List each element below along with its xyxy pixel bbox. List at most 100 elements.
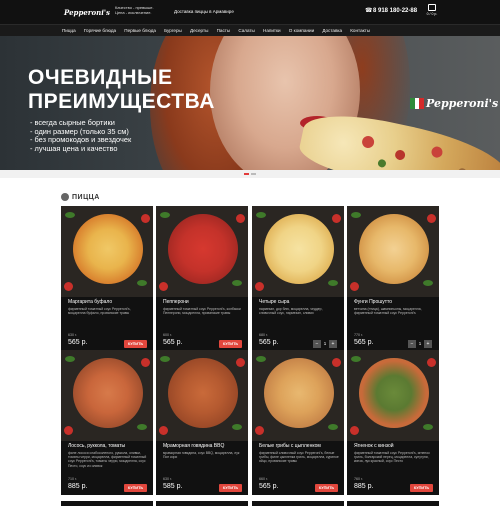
buy-button[interactable]: КУПИТЬ — [124, 340, 147, 348]
cart-button[interactable]: 0 / 0 р. — [426, 4, 438, 20]
product-weight: 710 г. — [68, 477, 77, 481]
product-image[interactable] — [252, 350, 344, 441]
product-card-next-row — [61, 501, 153, 506]
pizza-image — [264, 358, 334, 428]
product-price: 565 р. — [163, 339, 183, 346]
tomato-decoration — [64, 426, 73, 435]
product-card[interactable]: Белые грибы с цыпленком фирменный сливочн… — [252, 350, 344, 495]
quantity-value: 1 — [418, 341, 422, 346]
nav-item[interactable]: Доставка — [322, 27, 342, 35]
tomato-decoration — [255, 282, 264, 291]
product-image[interactable] — [252, 206, 344, 297]
product-name[interactable]: Маргарита буфало — [68, 299, 112, 305]
nav-item[interactable]: Десерты — [190, 27, 208, 35]
nav-item[interactable]: Напитки — [263, 27, 281, 35]
slogan: Качество - превыше. Цена - исключение. — [115, 5, 154, 15]
product-card[interactable]: Маргарита буфало фирменный томатный соус … — [61, 206, 153, 351]
cart-icon — [428, 4, 436, 11]
buy-button[interactable]: КУПИТЬ — [219, 484, 242, 492]
product-price: 565 р. — [259, 483, 279, 490]
product-image[interactable] — [61, 206, 153, 297]
buy-button[interactable]: КУПИТЬ — [315, 484, 338, 492]
pizza-image — [264, 214, 334, 284]
product-image[interactable] — [347, 206, 439, 297]
quantity-value: 1 — [323, 341, 327, 346]
buy-button[interactable]: КУПИТЬ — [410, 484, 433, 492]
product-description: ветчина (птица), шампиньоны, моцарелла, … — [354, 307, 422, 316]
leaf-decoration — [232, 280, 242, 286]
product-weight: 630 г. — [163, 477, 172, 481]
quantity-plus-button[interactable]: + — [329, 340, 337, 348]
nav-item[interactable]: Пицца — [62, 27, 76, 35]
tomato-decoration — [427, 358, 436, 367]
product-weight: 760 г. — [354, 477, 363, 481]
header-logo[interactable]: Pepperoni's — [62, 5, 110, 19]
product-weight: 630 г. — [68, 333, 77, 337]
slider-dot[interactable] — [251, 173, 256, 175]
hero-logo: Pepperoni's — [410, 97, 498, 110]
quantity-minus-button[interactable]: − — [313, 340, 321, 348]
product-name[interactable]: Мраморная говядина BBQ — [163, 443, 224, 449]
product-price: 585 р. — [163, 483, 183, 490]
nav-item[interactable]: Контакты — [350, 27, 370, 35]
product-image[interactable] — [156, 350, 248, 441]
nav-item[interactable]: Горячие блюда — [84, 27, 116, 35]
tomato-decoration — [350, 282, 359, 291]
leaf-decoration — [160, 356, 170, 362]
product-name[interactable]: Фунги Прошутто — [354, 299, 392, 305]
nav-item[interactable]: Пасты — [217, 27, 231, 35]
product-image[interactable] — [347, 350, 439, 441]
product-name[interactable]: Четыре сыра — [259, 299, 289, 305]
product-card[interactable]: Фунги Прошутто ветчина (птица), шампиньон… — [347, 206, 439, 351]
slider-dots — [244, 173, 256, 175]
nav-items: Пицца Горячие блюда Первые блюда Бургеры Дес… — [62, 27, 378, 35]
logo-text: Pepperoni's — [64, 7, 110, 17]
pizza-image — [168, 214, 238, 284]
product-card[interactable]: Ягненок с кинзой фирменный томатный соус … — [347, 350, 439, 495]
tomato-decoration — [159, 282, 168, 291]
product-image[interactable] — [61, 350, 153, 441]
tomato-decoration — [350, 426, 359, 435]
product-card[interactable]: Лосось, руккола, томаты филе лосося слабо… — [61, 350, 153, 495]
tomato-decoration — [332, 358, 341, 367]
italian-flag-icon — [410, 98, 425, 109]
product-weight: 770 г. — [354, 333, 363, 337]
leaf-decoration — [137, 280, 147, 286]
product-description: филе лосося слабосоленого, руккола, олив… — [68, 451, 147, 468]
product-name[interactable]: Ягненок с кинзой — [354, 443, 394, 449]
phone-number[interactable]: 8 918 180-22-88 — [373, 8, 417, 14]
leaf-decoration — [423, 280, 433, 286]
product-card-next-row — [156, 501, 248, 506]
quantity-minus-button[interactable]: − — [408, 340, 416, 348]
quantity-plus-button[interactable]: + — [424, 340, 432, 348]
product-name[interactable]: Белые грибы с цыпленком — [259, 443, 321, 449]
top-header: Pepperoni's Качество - превыше. Цена - и… — [0, 0, 500, 24]
nav-item[interactable]: Салаты — [238, 27, 254, 35]
delivery-text: Доставка пиццы в Армавире — [174, 9, 234, 14]
leaf-decoration — [351, 356, 361, 362]
nav-item[interactable]: Бургеры — [164, 27, 182, 35]
product-image[interactable] — [156, 206, 248, 297]
buy-button[interactable]: КУПИТЬ — [124, 484, 147, 492]
tomato-decoration — [64, 282, 73, 291]
product-name[interactable]: Пепперони — [163, 299, 189, 305]
hero-logo-text: Pepperoni's — [426, 97, 499, 110]
benefit-item: - лучшая цена и качество — [30, 143, 118, 153]
hero-benefits: - всегда сырные бортики - один размер (т… — [30, 118, 131, 153]
nav-item[interactable]: Первые блюда — [124, 27, 156, 35]
tomato-decoration — [255, 426, 264, 435]
tomato-decoration — [141, 214, 150, 223]
hero-title: ОЧЕВИДНЫЕ ПРЕИМУЩЕСТВА — [28, 66, 215, 113]
slider-dot-active[interactable] — [244, 173, 249, 175]
buy-button[interactable]: КУПИТЬ — [219, 340, 242, 348]
product-description: фирменный томатный соус Pepperoni's, ягн… — [354, 451, 430, 464]
nav-item[interactable]: О компании — [289, 27, 314, 35]
product-card[interactable]: Пепперони фирменный томатный соус Peppero… — [156, 206, 248, 351]
product-description: мраморная говядина, соус BBQ, моцарелла,… — [163, 451, 240, 460]
phone-icon: ☎ — [365, 8, 373, 14]
product-price: 885 р. — [68, 483, 88, 490]
product-name[interactable]: Лосось, руккола, томаты — [68, 443, 125, 449]
product-card[interactable]: Четыре сыра пармезан, дор блю, моцарелла,… — [252, 206, 344, 351]
product-price: 565 р. — [354, 339, 374, 346]
product-card[interactable]: Мраморная говядина BBQ мраморная говядина… — [156, 350, 248, 495]
